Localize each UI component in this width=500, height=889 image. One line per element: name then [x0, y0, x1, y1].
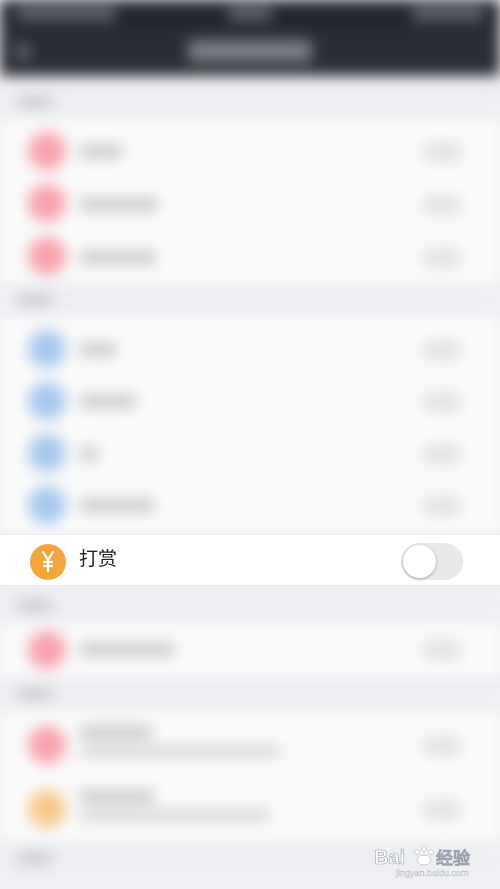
nav-title — [188, 40, 312, 62]
svg-text:Bai: Bai — [374, 847, 405, 869]
status-bar — [0, 0, 500, 28]
section-header — [0, 86, 500, 118]
nav-bar — [0, 28, 500, 76]
settings-group — [0, 316, 500, 534]
svg-text:jingyan.baidu.com: jingyan.baidu.com — [395, 868, 469, 878]
reward-setting-row: 打赏 — [0, 534, 500, 586]
section-header — [0, 590, 500, 622]
yuan-coin-icon — [30, 544, 66, 580]
reward-label: 打赏 — [79, 549, 118, 570]
section-header — [0, 284, 500, 316]
baidu-jingyan-watermark: Bai 经验 jingyan.baidu.com — [372, 838, 494, 878]
blurred-background — [0, 0, 500, 889]
settings-group — [0, 118, 500, 294]
settings-group — [0, 710, 500, 842]
settings-group — [0, 622, 500, 678]
section-header — [0, 678, 500, 710]
reward-toggle-switch[interactable] — [401, 543, 463, 580]
svg-text:经验: 经验 — [436, 848, 471, 869]
toggle-knob — [403, 545, 436, 578]
